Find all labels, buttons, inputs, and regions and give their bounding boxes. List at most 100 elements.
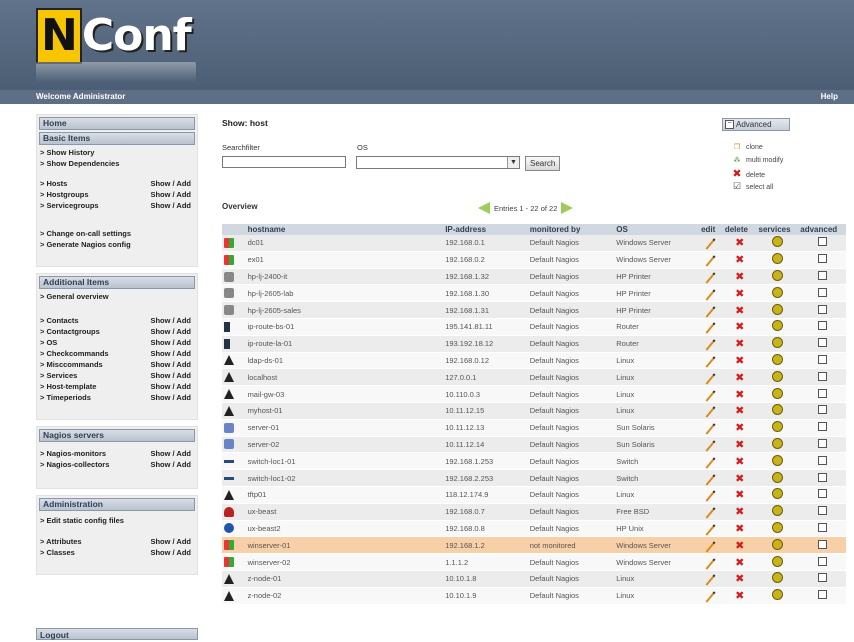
next-page-icon[interactable]: [561, 202, 574, 214]
table-row[interactable]: hp-lj-2605-lab 192.168.1.30 Default Nagios…: [222, 284, 846, 303]
hostname-cell[interactable]: ux-beast: [245, 503, 444, 521]
delete-icon[interactable]: ✖: [735, 522, 744, 535]
services-icon[interactable]: [771, 488, 783, 500]
table-row[interactable]: switch-loc1-01 192.168.1.253 Default Nagio…: [222, 452, 846, 471]
edit-icon[interactable]: [706, 238, 716, 251]
search-button[interactable]: Search: [525, 156, 561, 171]
table-row[interactable]: tftp01 118.12.174.9 Default Nagios Linux ✖: [222, 486, 846, 504]
table-row[interactable]: ip-route-bs-01 195.141.81.11 Default Nagio…: [222, 318, 846, 336]
col-os[interactable]: OS: [614, 224, 700, 235]
sidebar-item-misccommands[interactable]: > Misccommands Show / Add: [37, 359, 197, 370]
hostname-cell[interactable]: ip-route-bs-01: [245, 318, 444, 336]
table-row[interactable]: z-node-02 10.10.1.9 Default Nagios Linux ✖: [222, 587, 846, 605]
table-row[interactable]: server-02 10.11.12.14 Default Nagios Sun So…: [222, 436, 846, 454]
services-icon[interactable]: [771, 471, 783, 483]
advanced-checkbox[interactable]: [817, 455, 827, 465]
hostname-cell[interactable]: ip-route-la-01: [245, 335, 444, 353]
edit-icon[interactable]: [706, 356, 716, 368]
hostname-cell[interactable]: mail-gw-03: [245, 385, 444, 403]
sidebar-item-servicegroups[interactable]: > Servicegroups Show / Add: [37, 200, 197, 211]
advanced-checkbox[interactable]: [817, 237, 827, 247]
hostname-cell[interactable]: dc01: [245, 235, 444, 252]
advanced-checkbox[interactable]: [817, 539, 827, 549]
table-row[interactable]: dc01 192.168.0.1 Default Nagios Windows Ser…: [222, 235, 846, 252]
delete-icon[interactable]: ✖: [735, 472, 744, 485]
sidebar-item-hostgroups[interactable]: > Hostgroups Show / Add: [37, 189, 197, 200]
advanced-checkbox[interactable]: [817, 422, 827, 432]
help-link[interactable]: Help: [821, 90, 838, 104]
services-icon[interactable]: [771, 404, 783, 416]
services-icon[interactable]: [771, 521, 783, 533]
advanced-checkbox[interactable]: [817, 506, 827, 516]
os-select[interactable]: ▼: [356, 156, 520, 169]
sidebar-item-hosts[interactable]: > Hosts Show / Add: [37, 178, 197, 189]
edit-icon[interactable]: [706, 272, 716, 284]
table-row[interactable]: ux-beast2 192.168.0.8 Default Nagios HP Uni…: [222, 520, 846, 538]
sidebar-item-host-template[interactable]: > Host-template Show / Add: [37, 381, 197, 392]
sidebar-item-nagios-monitors[interactable]: > Nagios-monitors Show / Add: [37, 448, 197, 459]
services-icon[interactable]: [771, 572, 783, 584]
services-icon[interactable]: [771, 236, 783, 248]
services-icon[interactable]: [771, 303, 783, 315]
hostname-cell[interactable]: ux-beast2: [245, 520, 444, 538]
table-row[interactable]: switch-loc1-02 192.168.2.253 Default Nagio…: [222, 469, 846, 487]
generate-config-link[interactable]: > Generate Nagios config: [37, 239, 197, 250]
table-row[interactable]: winserver-01 192.168.1.2 not monitored Wind…: [222, 536, 846, 555]
hostname-cell[interactable]: hp-lj-2605-sales: [245, 301, 444, 319]
services-icon[interactable]: [771, 538, 783, 550]
advanced-checkbox[interactable]: [817, 472, 827, 482]
change-oncall-link[interactable]: > Change on-call settings: [37, 228, 197, 239]
services-icon[interactable]: [771, 337, 783, 349]
edit-icon[interactable]: [706, 457, 716, 469]
show-dependencies-link[interactable]: > Show Dependencies: [37, 158, 197, 169]
advanced-checkbox[interactable]: [817, 405, 827, 415]
delete-icon[interactable]: ✖: [735, 388, 744, 401]
col-ip[interactable]: IP-address: [443, 224, 528, 235]
edit-icon[interactable]: [706, 574, 716, 586]
table-row[interactable]: ip-route-la-01 193.192.18.12 Default Nagio…: [222, 335, 846, 353]
delete-icon[interactable]: ✖: [735, 270, 744, 283]
advanced-checkbox[interactable]: [817, 371, 827, 381]
prev-page-icon[interactable]: [478, 202, 490, 214]
col-monitored[interactable]: monitored by: [527, 224, 615, 235]
delete-icon[interactable]: ✖: [735, 253, 744, 266]
table-row[interactable]: mail-gw-03 10.110.0.3 Default Nagios Linux ✖: [222, 385, 846, 403]
edit-icon[interactable]: [706, 423, 716, 435]
table-row[interactable]: ldap-ds-01 192.168.0.12 Default Nagios Linu…: [222, 352, 846, 370]
services-icon[interactable]: [771, 555, 783, 567]
sidebar-item-attributes[interactable]: > Attributes Show / Add: [37, 536, 197, 547]
advanced-toggle[interactable]: − Advanced: [722, 118, 790, 131]
services-icon[interactable]: [771, 387, 783, 399]
edit-icon[interactable]: [706, 373, 716, 385]
hostname-cell[interactable]: tftp01: [245, 486, 444, 504]
delete-icon[interactable]: ✖: [735, 438, 744, 451]
hostname-cell[interactable]: server-02: [245, 436, 444, 454]
table-row[interactable]: winserver-02 1.1.1.2 Default Nagios Windows…: [222, 553, 846, 571]
delete-icon[interactable]: ✖: [735, 421, 744, 434]
logout-link[interactable]: Logout: [36, 628, 198, 640]
edit-icon[interactable]: [706, 541, 716, 553]
sidebar-item-os[interactable]: > OS Show / Add: [37, 337, 197, 348]
hostname-cell[interactable]: hp-lj-2400-it: [245, 268, 444, 286]
hostname-cell[interactable]: hp-lj-2605-lab: [245, 284, 444, 303]
delete-icon[interactable]: ✖: [735, 589, 744, 602]
hostname-cell[interactable]: ldap-ds-01: [245, 352, 444, 370]
advanced-checkbox[interactable]: [817, 438, 827, 448]
home-link[interactable]: Home: [39, 117, 195, 130]
sidebar-item-nagios-collectors[interactable]: > Nagios-collectors Show / Add: [37, 459, 197, 470]
hostname-cell[interactable]: z-node-02: [245, 587, 444, 605]
hostname-cell[interactable]: localhost: [245, 368, 444, 387]
col-hostname[interactable]: hostname: [245, 224, 444, 235]
show-history-link[interactable]: > Show History: [37, 147, 197, 158]
services-icon[interactable]: [771, 437, 783, 449]
delete-icon[interactable]: ✖: [735, 236, 744, 249]
sidebar-item-timeperiods[interactable]: > Timeperiods Show / Add: [37, 392, 197, 403]
advanced-checkbox[interactable]: [817, 270, 827, 280]
general-overview-link[interactable]: > General overview: [37, 291, 197, 302]
hostname-cell[interactable]: z-node-01: [245, 570, 444, 588]
services-icon[interactable]: [771, 253, 783, 265]
services-icon[interactable]: [771, 320, 783, 332]
edit-icon[interactable]: [706, 524, 716, 536]
multi-modify-action[interactable]: ⁂ multi modify: [732, 155, 784, 166]
clone-action[interactable]: ❐ clone: [732, 142, 763, 153]
